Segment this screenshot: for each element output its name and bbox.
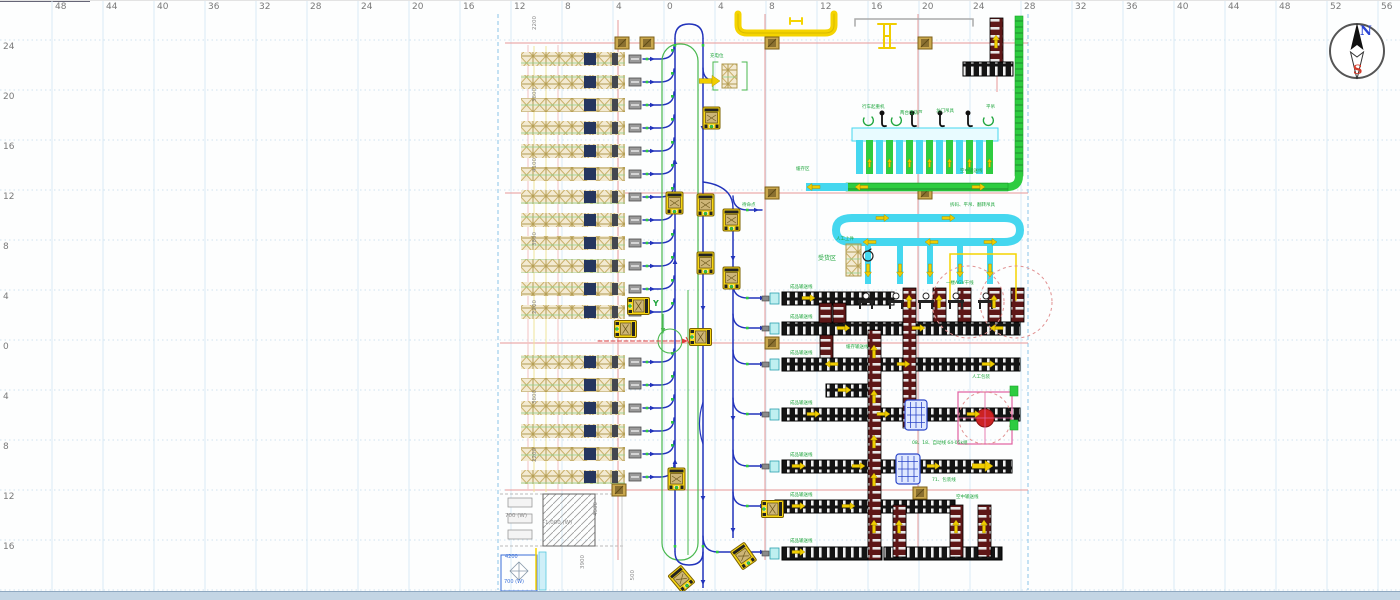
ruler-tick-label: 28 — [310, 2, 321, 12]
column-marker — [913, 487, 927, 499]
column-marker — [765, 187, 779, 199]
ruler-tick-label: 16 — [3, 542, 14, 552]
ruler-tick-label: 8 — [3, 242, 9, 252]
horizontal-scrollbar[interactable] — [0, 591, 1400, 600]
layout-drawing — [0, 0, 1400, 600]
ruler-tick-label: 0 — [667, 2, 673, 12]
ruler-tick-label: 36 — [1126, 2, 1137, 12]
ruler-tick-label: 44 — [1228, 2, 1239, 12]
ruler-tick-label: 24 — [3, 42, 14, 52]
workstation — [918, 293, 934, 309]
ruler-tick-label: 28 — [1024, 2, 1035, 12]
ruler-tick-label: 32 — [1075, 2, 1086, 12]
rack-row — [521, 167, 641, 181]
rack-row — [521, 190, 641, 204]
agv-vehicle[interactable] — [668, 468, 685, 490]
agv-vehicle[interactable] — [615, 321, 637, 338]
rack-row — [521, 282, 641, 296]
ruler-tick-label: 0 — [3, 342, 9, 352]
ruler-tick-label: 20 — [412, 2, 423, 12]
rack-row — [521, 305, 641, 319]
agv-vehicle[interactable] — [697, 252, 714, 274]
rack-row — [521, 75, 641, 89]
wrapping-machine — [905, 400, 927, 430]
conveyor-lift — [1011, 288, 1024, 322]
rack-row — [521, 236, 641, 250]
rack-row — [521, 259, 641, 273]
ruler-tick-label: 4 — [3, 392, 9, 402]
compass-south-label: S — [1353, 63, 1362, 78]
agv-vehicle[interactable] — [723, 267, 740, 289]
agv-vehicle[interactable] — [666, 192, 683, 214]
ruler-tick-label: 12 — [3, 492, 14, 502]
conveyor-lift — [833, 303, 846, 323]
ruler-tick-label: 8 — [565, 2, 571, 12]
ruler-tick-label: 4 — [616, 2, 622, 12]
ruler-tick-label: 36 — [208, 2, 219, 12]
column-marker — [612, 484, 626, 496]
column-marker — [765, 37, 779, 49]
rack-row — [521, 98, 641, 112]
ruler-tick-label: 52 — [1330, 2, 1341, 12]
agv-vehicle[interactable] — [703, 107, 720, 129]
rack-row — [521, 144, 641, 158]
agv-vehicle[interactable] — [690, 329, 712, 346]
column-marker — [918, 37, 932, 49]
agv-vehicle[interactable] — [730, 542, 757, 570]
ruler-tick-label: 32 — [259, 2, 270, 12]
ruler-tick-label: 40 — [157, 2, 168, 12]
conveyor-lift — [819, 303, 832, 323]
rack-row — [521, 355, 641, 369]
ruler-tick-label: 20 — [922, 2, 933, 12]
conveyor-lift — [958, 288, 971, 322]
rack-row — [521, 401, 641, 415]
ruler-tick-label: 40 — [1177, 2, 1188, 12]
ruler-tick-label: 16 — [3, 142, 14, 152]
ruler-tick-label: 48 — [1279, 2, 1290, 12]
compass-rose: N S — [1326, 18, 1390, 86]
rack-row — [521, 424, 641, 438]
ruler-tick-label: 48 — [55, 2, 66, 12]
ruler-tick-label: 8 — [3, 442, 9, 452]
column-marker — [640, 37, 654, 49]
ruler-tick-label: 16 — [463, 2, 474, 12]
rack-row — [521, 378, 641, 392]
turntable-machine — [958, 392, 1012, 444]
rack-row — [521, 52, 641, 66]
ruler-tick-label: 24 — [361, 2, 372, 12]
ruler-tick-label: 56 — [1381, 2, 1392, 12]
agv-vehicle[interactable] — [723, 209, 740, 231]
column-marker — [765, 337, 779, 349]
ruler-tick-label: 24 — [973, 2, 984, 12]
rack-row — [521, 470, 641, 484]
rack-row — [521, 447, 641, 461]
ruler-tick-label: 12 — [3, 192, 14, 202]
conveyor-line — [782, 322, 1020, 335]
ruler-tick-label: 12 — [820, 2, 831, 12]
rack-row — [521, 213, 641, 227]
ruler-tick-label: 16 — [871, 2, 882, 12]
wrapping-machine — [896, 454, 920, 484]
agv-vehicle[interactable] — [697, 194, 714, 216]
agv-vehicle[interactable] — [668, 565, 695, 593]
cad-canvas[interactable]: 4844403632282420161284048121620242832364… — [0, 0, 1400, 600]
conveyor-lift — [820, 335, 833, 358]
agv-vehicle[interactable] — [762, 501, 784, 518]
ruler-tick-label: 12 — [514, 2, 525, 12]
ruler-tick-label: 44 — [106, 2, 117, 12]
ruler-tick-label: 20 — [3, 92, 14, 102]
column-marker — [615, 37, 629, 49]
agv-vehicle[interactable] — [628, 298, 650, 315]
ruler-tick-label: 4 — [718, 2, 724, 12]
compass-north-label: N — [1360, 24, 1372, 39]
ruler-tick-label: 8 — [769, 2, 775, 12]
rack-row — [521, 121, 641, 135]
ruler-tick-label: 4 — [3, 292, 9, 302]
